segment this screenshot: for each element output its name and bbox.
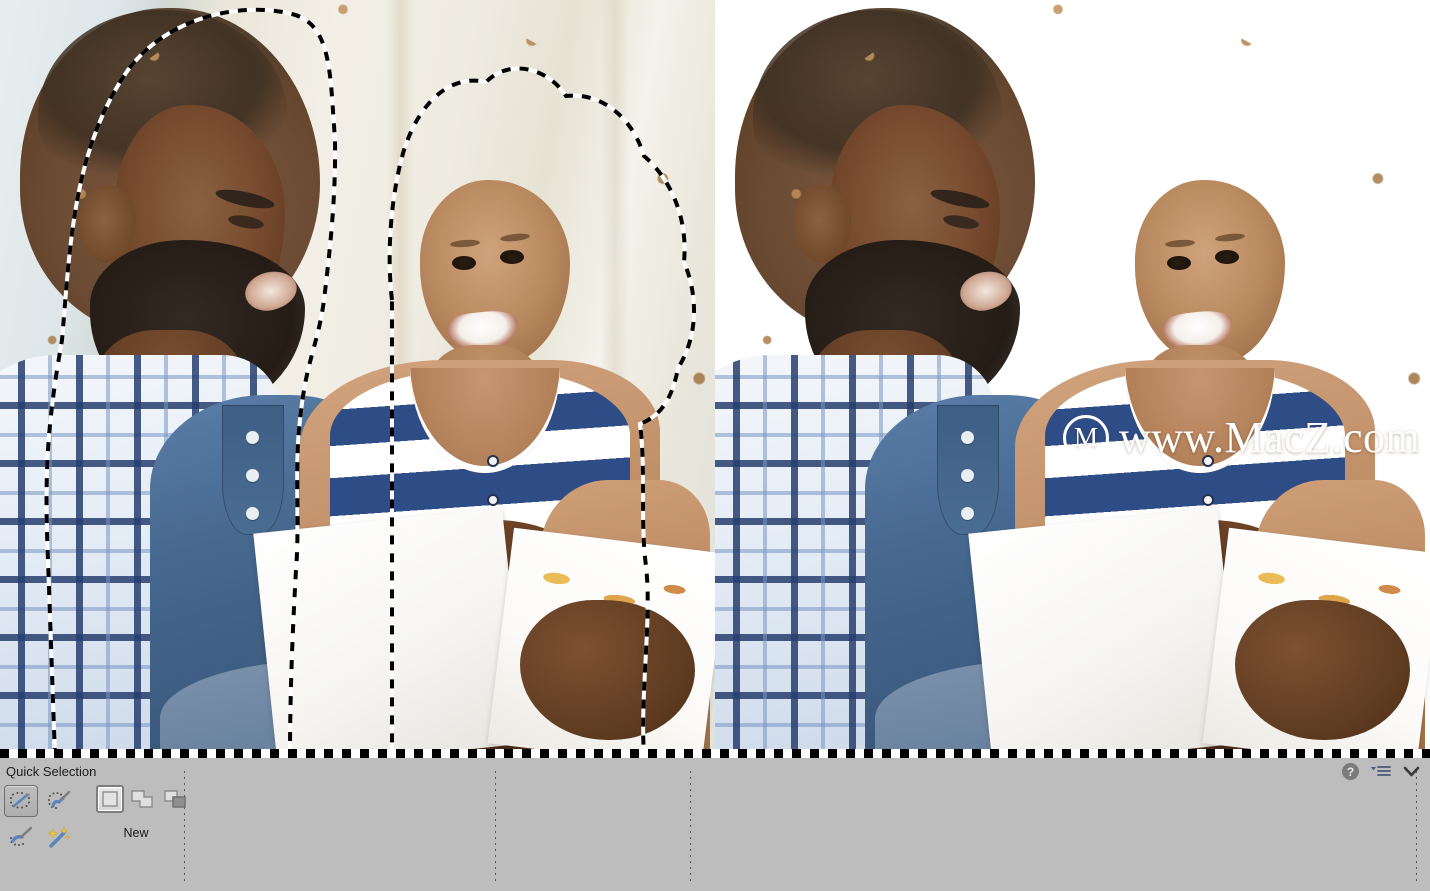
refine-selection-brush-icon [9,826,32,846]
tool-selection-brush[interactable] [42,785,76,817]
canvas-area: M www.MacZ.com [0,0,1430,757]
child-eye-right [500,250,524,264]
shirt-button [246,507,259,520]
shirt-button [961,469,974,482]
photo-scene-right [715,0,1430,757]
mode-subtract-from-selection[interactable] [162,785,190,813]
shirt-button [961,431,974,444]
shirt-button [246,469,259,482]
chevron-down-icon[interactable] [1403,766,1420,778]
child-eye-left [1167,256,1191,270]
child-top-button [487,455,499,467]
new-selection-icon [102,791,118,807]
subtract-selection-icon [164,790,186,808]
photo-scene-left [0,0,715,757]
tool-magic-wand[interactable] [42,821,76,853]
separator [495,771,496,883]
quick-selection-icon [10,792,30,809]
separator [690,771,691,883]
application-window: M www.MacZ.com Quick Selection New ? [0,0,1430,891]
man-hand [520,600,695,740]
book-left-page [253,507,527,757]
child-eye-left [452,256,476,270]
child-top-button [487,494,499,506]
mode-add-to-selection[interactable] [129,785,157,813]
shirt-button [246,431,259,444]
panel-header-controls: ? [1342,763,1420,780]
result-preview-panel[interactable]: M www.MacZ.com [715,0,1430,757]
separator [1416,771,1417,883]
options-menu-icon[interactable] [1371,765,1391,779]
man-hand [1235,600,1410,740]
panel-title: Quick Selection [6,764,97,779]
add-selection-icon [131,790,153,808]
selection-mode-label: New [123,826,149,840]
tool-refine-selection-brush[interactable] [4,821,38,853]
shirt-button [961,507,974,520]
child-eye-right [1215,250,1239,264]
child-top-button [1202,494,1214,506]
child-top-button [1202,455,1214,467]
help-icon[interactable]: ? [1342,763,1359,780]
selection-preview-panel[interactable] [0,0,715,757]
mode-new-selection[interactable] [96,785,124,813]
magic-wand-icon [47,826,70,848]
tool-options-bar: Quick Selection New ? [0,757,1430,891]
book-left-page [968,507,1242,757]
marching-ants-bottom-edge [0,749,1430,758]
tool-quick-selection[interactable] [4,785,38,817]
selection-brush-icon [47,790,70,809]
